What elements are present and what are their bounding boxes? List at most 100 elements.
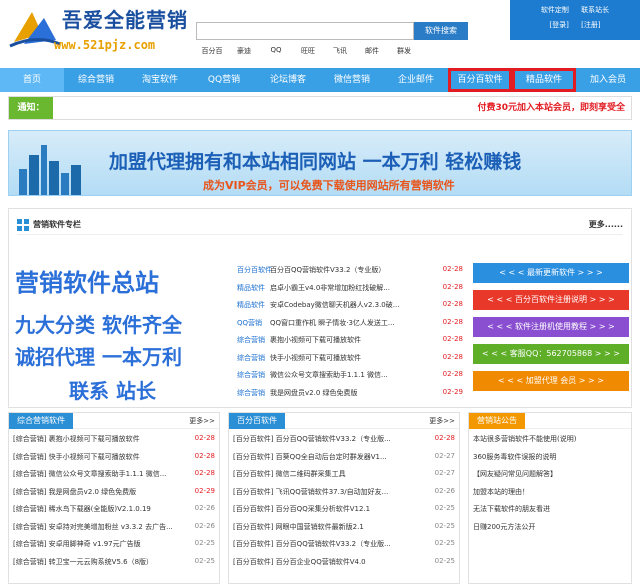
announcement-title[interactable]: 本站很多营销软件不能使用(说明) <box>473 434 576 444</box>
news-title[interactable]: 我是网盘员v2.0 绿色免费版 <box>270 388 430 398</box>
list-item[interactable]: [综合营销] 我是网盘员v2.0 绿色免费版 02-29 <box>9 482 219 500</box>
announcement-title[interactable]: 加盟本站的理由！ <box>473 487 529 497</box>
list-item[interactable]: [百分百软件] 飞讯QQ营销软件37.3/自动加好友... 02-26 <box>229 482 459 500</box>
list-item[interactable]: 综合营销 我是网盘员v2.0 绿色免费版 02-29 <box>237 384 463 402</box>
nav-item-taobao[interactable]: 淘宝软件 <box>128 68 192 92</box>
more-link[interactable]: 更多>> <box>429 416 455 426</box>
nav-item-join[interactable]: 加入会员 <box>576 68 640 92</box>
article-title[interactable]: [综合营销] 我是网盘员v2.0 绿色免费版 <box>13 487 136 497</box>
list-item[interactable]: [综合营销] 快手小视频可下载可播放软件 02-28 <box>9 447 219 465</box>
list-item[interactable]: [百分百软件] 百分百QQ营销软件V33.2（专业版... 02-25 <box>229 534 459 552</box>
quick-link[interactable]: 飞讯 <box>324 46 356 56</box>
list-item[interactable]: 综合营销 微信公众号文章搜索助手1.1.1 微信... 02-28 <box>237 366 463 384</box>
list-item[interactable]: 精品软件 安卓Codebay微信聊天机器人v2.3.0破... 02-28 <box>237 296 463 314</box>
more-link[interactable]: 更多>> <box>189 416 215 426</box>
news-category[interactable]: 综合营销 <box>237 335 265 345</box>
news-category[interactable]: 综合营销 <box>237 370 265 380</box>
article-title[interactable]: [百分百软件] 百分百QQ营销软件V33.2（专业版... <box>233 539 391 549</box>
nav-item-premium[interactable]: 精品软件 <box>512 68 576 92</box>
quick-link[interactable]: 群发 <box>388 46 420 56</box>
list-item[interactable]: [百分百软件] 百分百企业QQ营销软件V4.0 02-25 <box>229 552 459 570</box>
list-item[interactable]: [综合营销] 安卓持对完美增加粉丝 v3.3.2 去广告... 02-26 <box>9 517 219 535</box>
article-title[interactable]: [综合营销] 转卫宝一元云购系统V5.6（8版） <box>13 557 153 567</box>
vip-banner[interactable]: 加盟代理拥有和本站相同网站 一本万利 轻松赚钱 成为VIP会员，可以免费下载使用… <box>8 130 632 196</box>
news-category[interactable]: 综合营销 <box>237 388 265 398</box>
announcement-title[interactable]: 日赚200元方法公开 <box>473 522 535 532</box>
article-title[interactable]: [综合营销] 安卓持对完美增加粉丝 v3.3.2 去广告... <box>13 522 173 532</box>
list-item[interactable]: [百分百软件] 百分百QQ采集分析软件V12.1 02-25 <box>229 499 459 517</box>
more-link[interactable]: 更多...... <box>589 219 623 230</box>
article-title[interactable]: [百分百软件] 百葵QQ全自动后台定时群发器V1... <box>233 452 387 462</box>
list-item[interactable]: 综合营销 快手小视频可下载可播放软件 02-28 <box>237 349 463 367</box>
news-category[interactable]: QQ营销 <box>237 318 262 328</box>
custom-software-link[interactable]: 软件定制 <box>541 6 569 14</box>
article-title[interactable]: [综合营销] 安卓用脚神奇 v1.97元广告版 <box>13 539 141 549</box>
list-item[interactable]: [百分百软件] 百分百QQ营销软件V33.2（专业版... 02-28 <box>229 429 459 447</box>
article-title[interactable]: [百分百软件] 百分百企业QQ营销软件V4.0 <box>233 557 366 567</box>
news-title[interactable]: 裹抱小视频可下载可播放软件 <box>270 335 430 345</box>
nav-item-qq[interactable]: QQ营销 <box>192 68 256 92</box>
list-item[interactable]: [综合营销] 安卓用脚神奇 v1.97元广告版 02-25 <box>9 534 219 552</box>
contact-admin-link[interactable]: 联系站长 <box>581 6 609 14</box>
article-title[interactable]: [综合营销] 稀水鸟下载器(全能版)V2.1.0.19 <box>13 504 151 514</box>
registration-guide-button[interactable]: < < < 百分百软件注册说明 > > > <box>473 290 629 310</box>
search-button[interactable]: 软件搜索 <box>414 22 468 40</box>
latest-software-button[interactable]: < < < 最新更新软件 > > > <box>473 263 629 283</box>
article-title[interactable]: [百分百软件] 百分百QQ采集分析软件V12.1 <box>233 504 370 514</box>
list-item[interactable]: [综合营销] 微信公众号文章搜索助手1.1.1 微信... 02-28 <box>9 464 219 482</box>
list-item[interactable]: 日赚200元方法公开 <box>469 517 631 535</box>
login-link[interactable]: [登录] <box>549 21 568 29</box>
news-category[interactable]: 精品软件 <box>237 300 265 310</box>
notice-message[interactable]: 付费30元加入本站会员，即刻享受全 <box>477 97 625 119</box>
list-item[interactable]: 精品软件 启卓小霸王v4.0非常增加粉红找破解... 02-28 <box>237 279 463 297</box>
promo-ad[interactable]: 营销软件总站 九大分类 软件齐全 诚招代理 一本万利 联系 站长 <box>15 263 225 403</box>
nav-item-forum[interactable]: 论坛博客 <box>256 68 320 92</box>
quick-link[interactable]: QQ <box>260 46 292 56</box>
column-tab[interactable]: 综合营销软件 <box>9 413 73 429</box>
news-title[interactable]: 启卓小霸王v4.0非常增加粉红找破解... <box>270 283 430 293</box>
list-item[interactable]: [综合营销] 裹抱小视频可下载可播放软件 02-28 <box>9 429 219 447</box>
article-title[interactable]: [百分百软件] 百分百QQ营销软件V33.2（专业版... <box>233 434 391 444</box>
nav-item-email[interactable]: 企业邮件 <box>384 68 448 92</box>
list-item[interactable]: QQ营销 QQ窗口重作机 瞬子情妆·3亿人发送工... 02-28 <box>237 314 463 332</box>
support-qq-button[interactable]: < < < 客服QQ：562705868 > > > <box>473 344 629 364</box>
keygen-tutorial-button[interactable]: < < < 软件注册机使用教程 > > > <box>473 317 629 337</box>
list-item[interactable]: 360服务毒软件误报的说明 <box>469 447 631 465</box>
quick-link[interactable]: 邮件 <box>356 46 388 56</box>
quick-link[interactable]: 豪迪 <box>228 46 260 56</box>
article-title[interactable]: [百分百软件] 微信二维码群采集工具 <box>233 469 346 479</box>
article-title[interactable]: [综合营销] 微信公众号文章搜索助手1.1.1 微信... <box>13 469 166 479</box>
news-category[interactable]: 综合营销 <box>237 353 265 363</box>
quick-link[interactable]: 百分百 <box>196 46 228 56</box>
list-item[interactable]: 【网友疑问常见问题解答】 <box>469 464 631 482</box>
list-item[interactable]: 本站很多营销软件不能使用(说明) <box>469 429 631 447</box>
article-title[interactable]: [综合营销] 裹抱小视频可下载可播放软件 <box>13 434 140 444</box>
register-link[interactable]: [注册] <box>581 21 600 29</box>
nav-item-baifenbai[interactable]: 百分百软件 <box>448 68 512 92</box>
article-title[interactable]: [百分百软件] 网眼中国营销软件最新版2.1 <box>233 522 364 532</box>
join-member-button[interactable]: < < < 加盟代理 会员 > > > <box>473 371 629 391</box>
news-category[interactable]: 百分百软件 <box>237 265 272 275</box>
list-item[interactable]: [综合营销] 转卫宝一元云购系统V5.6（8版） 02-25 <box>9 552 219 570</box>
announcement-title[interactable]: 【网友疑问常见问题解答】 <box>473 469 557 479</box>
list-item[interactable]: [百分百软件] 百葵QQ全自动后台定时群发器V1... 02-27 <box>229 447 459 465</box>
nav-item-marketing[interactable]: 综合营销 <box>64 68 128 92</box>
news-title[interactable]: 快手小视频可下载可播放软件 <box>270 353 430 363</box>
column-tab[interactable]: 营销站公告 <box>469 413 525 429</box>
list-item[interactable]: [百分百软件] 网眼中国营销软件最新版2.1 02-25 <box>229 517 459 535</box>
list-item[interactable]: 无法下载软件的朋友看进 <box>469 499 631 517</box>
list-item[interactable]: 综合营销 裹抱小视频可下载可播放软件 02-28 <box>237 331 463 349</box>
news-title[interactable]: QQ窗口重作机 瞬子情妆·3亿人发送工... <box>270 318 430 328</box>
news-title[interactable]: 百分百QQ营销软件V33.2（专业版） <box>270 265 430 275</box>
news-title[interactable]: 安卓Codebay微信聊天机器人v2.3.0破... <box>270 300 430 310</box>
list-item[interactable]: 加盟本站的理由！ <box>469 482 631 500</box>
news-title[interactable]: 微信公众号文章搜索助手1.1.1 微信... <box>270 370 430 380</box>
search-input[interactable] <box>196 22 414 40</box>
article-title[interactable]: [百分百软件] 飞讯QQ营销软件37.3/自动加好友... <box>233 487 388 497</box>
nav-item-home[interactable]: 首页 <box>0 68 64 92</box>
quick-link[interactable]: 旺旺 <box>292 46 324 56</box>
article-title[interactable]: [综合营销] 快手小视频可下载可播放软件 <box>13 452 140 462</box>
list-item[interactable]: [综合营销] 稀水鸟下载器(全能版)V2.1.0.19 02-26 <box>9 499 219 517</box>
list-item[interactable]: [百分百软件] 微信二维码群采集工具 02-27 <box>229 464 459 482</box>
news-category[interactable]: 精品软件 <box>237 283 265 293</box>
